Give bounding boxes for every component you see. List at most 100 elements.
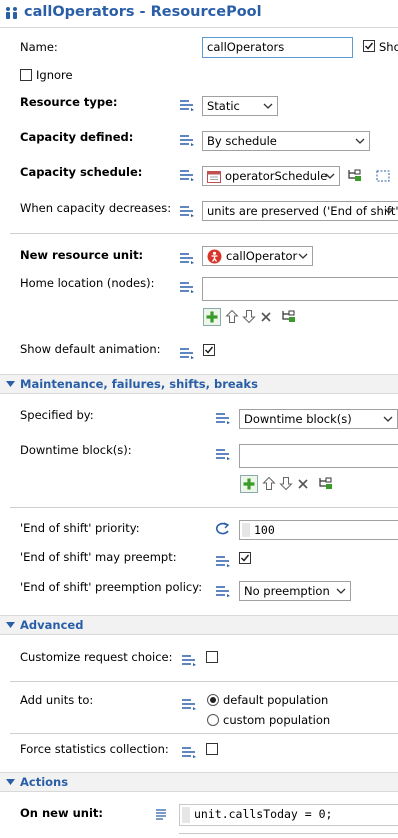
chevron-down-icon <box>355 138 365 144</box>
static-dynamic-toggle-icon[interactable] <box>179 252 195 267</box>
section-advanced-header[interactable]: Advanced <box>0 615 398 635</box>
customize-choice-label: Customize request choice: <box>20 650 173 664</box>
resource-type-value: Static <box>207 99 240 113</box>
static-dynamic-toggle-icon[interactable] <box>181 654 197 669</box>
static-dynamic-toggle-icon[interactable] <box>215 412 231 427</box>
ignore-checkbox[interactable] <box>20 69 32 81</box>
code-editor-icon[interactable] <box>155 808 167 823</box>
eos-policy-label: 'End of shift' preemption policy: <box>20 580 203 594</box>
section-maintenance-header[interactable]: Maintenance, failures, shifts, breaks <box>0 374 398 394</box>
resource-pool-icon <box>4 6 20 23</box>
capacity-defined-value: By schedule <box>207 134 277 148</box>
static-dynamic-toggle-icon[interactable] <box>215 555 231 570</box>
select-element-icon[interactable] <box>376 169 390 186</box>
on-new-unit-code[interactable]: unit.callsToday = 0; <box>179 804 398 826</box>
capacity-schedule-value: operatorSchedule <box>225 169 328 183</box>
remove-icon[interactable] <box>260 311 272 326</box>
add-icon[interactable] <box>240 475 258 496</box>
collapse-triangle-icon <box>6 381 15 387</box>
capacity-schedule-select[interactable]: operatorSchedule <box>202 166 340 186</box>
capacity-decreases-select[interactable]: units are preserved ('End of shift') <box>202 201 398 221</box>
resource-type-label: Resource type: <box>20 95 118 109</box>
static-dynamic-toggle-icon[interactable] <box>181 698 197 713</box>
name-input[interactable]: callOperators <box>202 37 353 58</box>
add-icon[interactable] <box>203 308 221 329</box>
new-resource-unit-select[interactable]: callOperator <box>202 246 313 266</box>
specified-by-select[interactable]: Downtime block(s) <box>239 409 398 429</box>
section-maintenance-title: Maintenance, failures, shifts, breaks <box>20 377 258 391</box>
show-animation-checkbox[interactable] <box>203 344 215 356</box>
eos-priority-value: 100 <box>254 523 275 537</box>
chevron-down-icon <box>263 103 273 109</box>
divider <box>10 507 398 508</box>
home-location-label: Home location (nodes): <box>20 276 155 290</box>
chevron-down-icon <box>325 173 335 179</box>
force-stats-label: Force statistics collection: <box>20 742 169 756</box>
capacity-decreases-value: units are preserved ('End of shift') <box>207 204 398 218</box>
add-units-label: Add units to: <box>20 693 94 707</box>
divider <box>10 733 398 734</box>
select-from-graph-icon[interactable] <box>281 309 297 328</box>
chevron-down-icon <box>298 253 308 259</box>
home-location-list[interactable] <box>202 277 398 301</box>
on-new-unit-label: On new unit: <box>20 806 103 820</box>
show-animation-label: Show default animation: <box>20 342 161 356</box>
code-switch-icon[interactable] <box>213 521 231 540</box>
static-dynamic-toggle-icon[interactable] <box>179 99 195 114</box>
eos-preempt-label: 'End of shift' may preempt: <box>20 550 177 564</box>
code-gutter <box>242 523 250 537</box>
option-default-population: default population <box>223 693 329 707</box>
move-up-icon[interactable] <box>225 309 239 327</box>
static-dynamic-toggle-icon[interactable] <box>215 585 231 600</box>
static-dynamic-toggle-icon[interactable] <box>179 281 195 296</box>
resource-type-select[interactable]: Static <box>202 96 278 116</box>
collapse-triangle-icon <box>6 622 15 628</box>
next-field-edge <box>179 833 398 838</box>
specified-by-label: Specified by: <box>20 408 94 422</box>
static-dynamic-toggle-icon[interactable] <box>179 169 195 184</box>
eos-preempt-checkbox[interactable] <box>239 552 251 564</box>
capacity-decreases-label: When capacity decreases: <box>20 201 172 215</box>
static-dynamic-toggle-icon[interactable] <box>215 448 231 463</box>
capacity-defined-select[interactable]: By schedule <box>202 131 370 151</box>
eos-priority-field[interactable]: 100 <box>239 520 398 540</box>
capacity-defined-label: Capacity defined: <box>20 130 134 144</box>
name-label: Name: <box>20 40 58 54</box>
downtime-blocks-list[interactable] <box>239 444 398 468</box>
customize-choice-checkbox[interactable] <box>206 651 218 663</box>
move-down-icon[interactable] <box>279 476 293 494</box>
force-stats-checkbox[interactable] <box>206 743 218 755</box>
ignore-label: Ignore <box>36 68 73 82</box>
new-resource-unit-value: callOperator <box>226 249 298 263</box>
eos-policy-value: No preemption <box>244 584 330 598</box>
chevron-down-icon <box>336 588 346 594</box>
option-custom-population: custom population <box>223 713 331 727</box>
static-dynamic-toggle-icon[interactable] <box>179 347 195 362</box>
capacity-schedule-label: Capacity schedule: <box>20 165 143 179</box>
agent-type-icon <box>207 249 222 265</box>
eos-priority-label: 'End of shift' priority: <box>20 521 140 535</box>
specified-by-value: Downtime block(s) <box>244 412 352 426</box>
divider <box>10 681 398 682</box>
title-bar: callOperators - ResourcePool <box>0 0 398 28</box>
chevron-down-icon <box>384 208 394 214</box>
radio-custom-population[interactable] <box>207 714 219 726</box>
schedule-icon <box>207 170 221 185</box>
move-down-icon[interactable] <box>242 309 256 327</box>
window-title: callOperators - ResourcePool <box>24 4 262 20</box>
section-advanced-title: Advanced <box>20 618 84 632</box>
section-actions-header[interactable]: Actions <box>0 772 398 792</box>
chevron-down-icon <box>383 416 393 422</box>
static-dynamic-toggle-icon[interactable] <box>179 134 195 149</box>
radio-default-population[interactable] <box>207 694 219 706</box>
static-dynamic-toggle-icon[interactable] <box>181 746 197 761</box>
select-from-graph-icon[interactable] <box>318 476 334 495</box>
static-dynamic-toggle-icon[interactable] <box>179 205 195 220</box>
eos-policy-select[interactable]: No preemption <box>239 581 351 601</box>
create-schedule-icon[interactable] <box>347 168 363 187</box>
move-up-icon[interactable] <box>262 476 276 494</box>
show-name-checkbox[interactable] <box>363 40 375 52</box>
remove-icon[interactable] <box>297 478 309 493</box>
show-name-label: Sho <box>379 40 398 54</box>
new-resource-unit-label: New resource unit: <box>20 248 144 262</box>
